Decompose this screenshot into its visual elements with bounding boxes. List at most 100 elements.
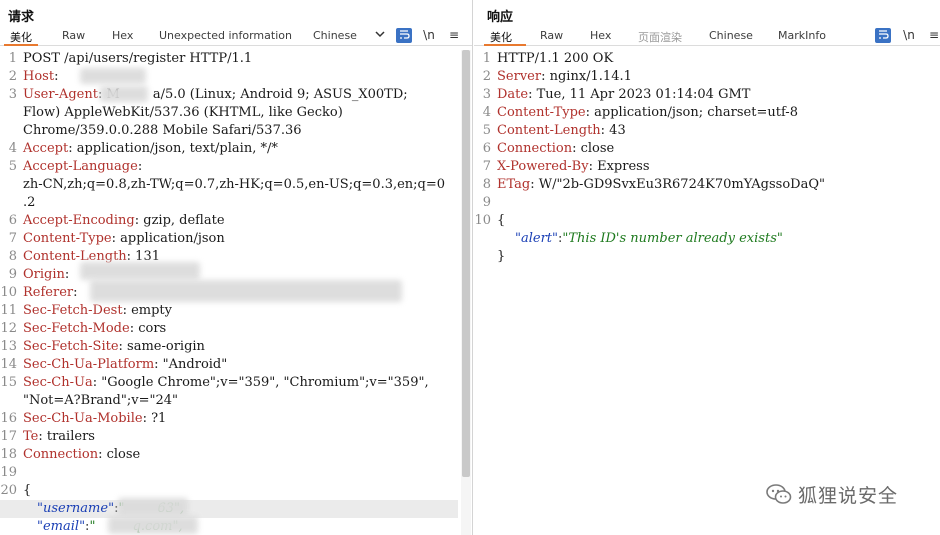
response-line: 7 X-Powered-By: Express — [474, 158, 926, 176]
json-pair: "alert":"This ID's number already exists… — [515, 230, 783, 248]
line-number: 19 — [0, 465, 17, 480]
request-tab-hex[interactable]: Hex — [112, 29, 133, 42]
header-value: : close — [572, 141, 615, 156]
code-text: Sec-Ch-Ua-Mobile: ?1 — [23, 410, 166, 428]
menu-icon[interactable]: ≡ — [926, 28, 940, 43]
header-name: Sec-Fetch-Mode — [23, 321, 130, 336]
request-scroll-thumb[interactable] — [462, 50, 470, 477]
header-name: Accept-Encoding — [23, 213, 135, 228]
request-tab-underline — [4, 44, 38, 46]
header-value: "Not=A?Brand";v="24" — [23, 393, 178, 408]
header-name: Connection — [497, 141, 573, 156]
line-number: 9 — [8, 267, 17, 282]
code-text: Connection: close — [497, 140, 614, 158]
code-text: Te: trailers — [23, 428, 95, 446]
header-name: Accept — [23, 141, 69, 156]
code-text: Date: Tue, 11 Apr 2023 01:14:04 GMT — [497, 86, 750, 104]
line-number: 8 — [8, 249, 17, 264]
request-tabbar: 美化 Raw Hex Unexpected information Chines… — [0, 26, 472, 46]
header-value: : "Android" — [154, 357, 228, 372]
code-text: Host: — [23, 68, 63, 86]
header-value: : close — [98, 447, 141, 462]
response-tabbar: 美化 Raw Hex 页面渲染 Chinese MarkInfo \n ≡ — [474, 26, 940, 46]
line-number: 1 — [482, 51, 491, 66]
code-text: { — [497, 212, 505, 230]
header-value: POST /api/users/register HTTP/1.1 — [23, 51, 253, 66]
header-value: : same-origin — [118, 339, 205, 354]
code-text: Sec-Ch-Ua-Platform: "Android" — [23, 356, 227, 374]
chevron-down-icon[interactable] — [372, 28, 388, 43]
response-tab-raw[interactable]: Raw — [540, 29, 563, 42]
request-tab-chinese[interactable]: Chinese — [313, 29, 357, 42]
response-editor[interactable]: 1 HTTP/1.1 200 OK 2 Server: nginx/1.14.1 3 Da… — [474, 50, 940, 535]
response-line: 3 Date: Tue, 11 Apr 2023 01:14:04 GMT — [474, 86, 926, 104]
line-number: 8 — [482, 177, 491, 192]
request-line: 2 Host: — [0, 68, 458, 86]
watermark: 狐狸说安全 — [766, 481, 898, 507]
response-line: 5 Content-Length: 43 — [474, 122, 926, 140]
json-value: "This ID's number already exists" — [562, 231, 783, 246]
header-value: : 43 — [600, 123, 626, 138]
header-value: .2 — [23, 195, 36, 210]
header-name: Sec-Ch-Ua-Platform — [23, 357, 155, 372]
menu-icon[interactable]: ≡ — [446, 28, 462, 43]
code-text: Content-Type: application/json — [23, 230, 225, 248]
redacted-origin — [80, 262, 200, 280]
newline-icon[interactable]: \n — [901, 28, 917, 43]
response-line: 10 { — [474, 212, 926, 230]
request-line: 12 Sec-Fetch-Mode: cors — [0, 320, 458, 338]
code-text: { — [23, 482, 31, 500]
redacted-user-agent — [100, 86, 148, 102]
header-value: : W/"2b-GD9SvxEu3R6724K70mYAgssoDaQ" — [530, 177, 825, 192]
line-number: 20 — [0, 483, 17, 498]
header-value: : gzip, deflate — [134, 213, 225, 228]
code-text: Server: nginx/1.14.1 — [497, 68, 632, 86]
response-tab-pretty[interactable]: 美化 — [490, 29, 512, 45]
header-name: Referer — [23, 285, 74, 300]
response-line: 8 ETag: W/"2b-GD9SvxEu3R6724K70mYAgssoDaQ… — [474, 176, 926, 194]
request-tab-unexpected[interactable]: Unexpected information — [159, 29, 292, 42]
code-text: ETag: W/"2b-GD9SvxEu3R6724K70mYAgssoDaQ" — [497, 176, 825, 194]
header-name: Content-Length — [497, 123, 601, 138]
request-title: 请求 — [8, 10, 35, 25]
code-text: Connection: close — [23, 446, 140, 464]
response-tab-markinfo[interactable]: MarkInfo — [778, 29, 826, 42]
code-text: Sec-Fetch-Site: same-origin — [23, 338, 205, 356]
header-value: : "Google Chrome";v="359", "Chromium";v=… — [92, 375, 429, 390]
redacted-referer — [90, 280, 402, 302]
code-text: X-Powered-By: Express — [497, 158, 649, 176]
request-tab-raw[interactable]: Raw — [62, 29, 85, 42]
line-number: 5 — [8, 159, 17, 174]
response-tab-hex[interactable]: Hex — [590, 29, 611, 42]
json-key: "alert" — [515, 231, 558, 246]
header-value: Flow) AppleWebKit/537.36 (KHTML, like Ge… — [23, 105, 343, 120]
request-line: 18 Connection: close — [0, 446, 458, 464]
header-name: Sec-Ch-Ua — [23, 375, 93, 390]
code-text: zh-CN,zh;q=0.8,zh-TW;q=0.7,zh-HK;q=0.5,e… — [23, 176, 445, 194]
header-value: : application/json, text/plain, */* — [68, 141, 278, 156]
response-tab-render[interactable]: 页面渲染 — [638, 29, 682, 45]
response-tab-chinese[interactable]: Chinese — [709, 29, 753, 42]
request-line: 15 Sec-Ch-Ua: "Google Chrome";v="359", "C… — [0, 374, 458, 392]
response-line: 6 Connection: close — [474, 140, 926, 158]
request-line: 7 Content-Type: application/json — [0, 230, 458, 248]
code-text: Content-Type: application/json; charset=… — [497, 104, 798, 122]
line-number: 12 — [0, 321, 17, 336]
line-number: 7 — [482, 159, 491, 174]
request-line: 14 Sec-Ch-Ua-Platform: "Android" — [0, 356, 458, 374]
request-tab-pretty[interactable]: 美化 — [10, 29, 32, 45]
line-number: 18 — [0, 447, 17, 462]
newline-icon[interactable]: \n — [421, 28, 437, 43]
wechat-icon — [766, 484, 792, 504]
request-scrollbar[interactable] — [461, 50, 471, 535]
request-line: 11 Sec-Fetch-Dest: empty — [0, 302, 458, 320]
line-number: 7 — [8, 231, 17, 246]
request-line: .2 — [0, 194, 458, 212]
close-brace: } — [497, 249, 506, 264]
wrap-icon[interactable] — [396, 28, 412, 43]
request-line: 3 User-Agent: M a/5.0 (Linux; Android 9; … — [0, 86, 458, 104]
wrap-icon[interactable] — [875, 28, 891, 43]
request-line: Chrome/359.0.0.288 Mobile Safari/537.36 — [0, 122, 458, 140]
header-value: : ?1 — [142, 411, 167, 426]
request-line: 20 { — [0, 482, 458, 500]
